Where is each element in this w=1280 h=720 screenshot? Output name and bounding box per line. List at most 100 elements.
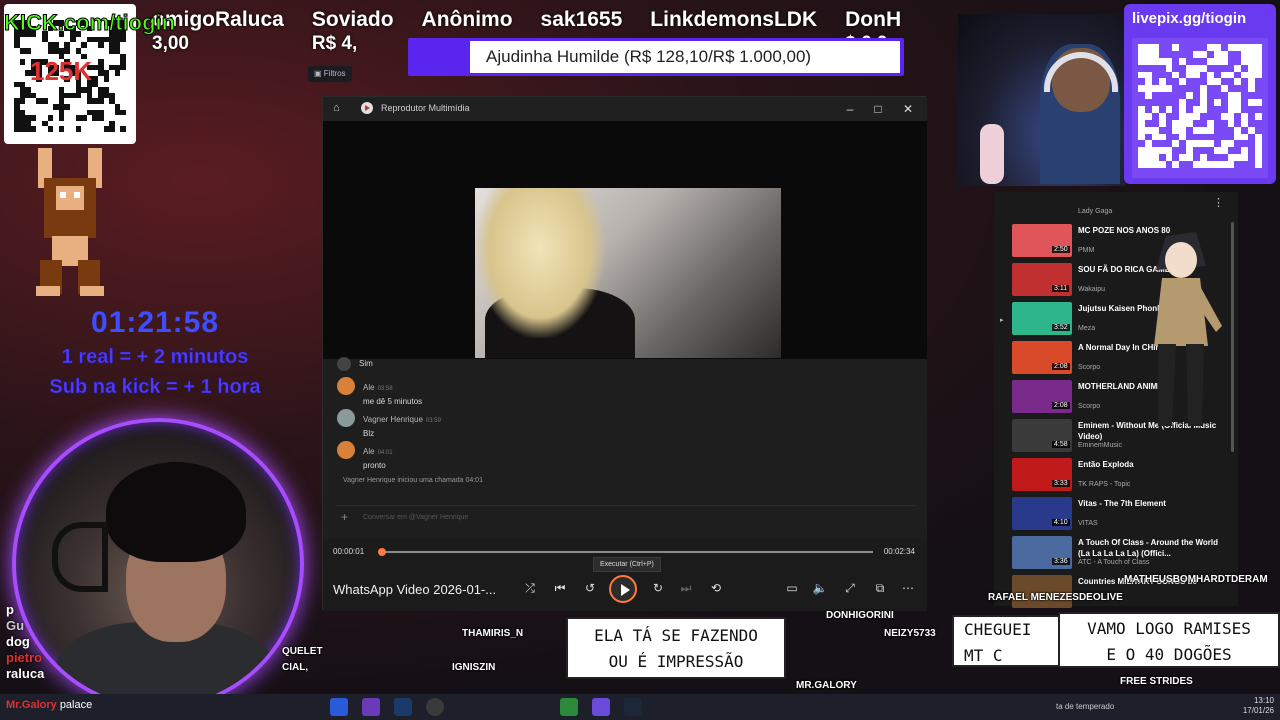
qr-module (1213, 57, 1221, 65)
qr-module (1158, 78, 1166, 86)
qr-module (1179, 119, 1187, 127)
qr-module (1248, 78, 1256, 86)
chat-message-text: me dê 5 minutos (363, 397, 423, 406)
qr-module (1144, 50, 1152, 58)
qr-module (120, 126, 126, 132)
media-player-window: ⌂ Reprodutor Multimídia – □ ✕ Sim Ale 03:… (322, 96, 927, 611)
qr-module (1144, 154, 1152, 162)
qr-module (1200, 85, 1207, 93)
livepix-url: livepix.gg/tiogin (1132, 10, 1247, 27)
rewind-icon[interactable]: ↺ (581, 579, 599, 597)
qr-module (1248, 57, 1256, 65)
qr-module (1234, 99, 1242, 106)
qr-module (1241, 133, 1249, 141)
qr-module (1186, 147, 1194, 155)
playlist-item[interactable]: 3:36 A Touch Of Class - Around the World … (1012, 534, 1232, 571)
timer-rule-sub: Sub na kick = + 1 hora (49, 376, 261, 399)
donor-amount: R$ 4, (311, 33, 358, 54)
qr-module (1248, 44, 1256, 51)
subtitles-icon[interactable]: ▭ (783, 579, 801, 597)
obs-icon[interactable] (426, 698, 444, 716)
steam-icon[interactable] (624, 698, 642, 716)
spotify-icon[interactable] (560, 698, 578, 716)
qr-module (1206, 78, 1214, 86)
chat-input[interactable]: Conversar em @Vagner Henrique (335, 505, 915, 525)
qr-module (1158, 57, 1166, 65)
video-duration: 3:52 (1052, 324, 1070, 331)
qr-module (1206, 126, 1214, 134)
seek-handle[interactable] (377, 548, 386, 556)
qr-module (75, 92, 82, 99)
qr-module (1220, 140, 1228, 148)
qr-module (1255, 140, 1262, 148)
seek-bar[interactable] (377, 548, 873, 556)
qr-module (1220, 85, 1228, 93)
qr-module (1234, 154, 1242, 162)
avatar (337, 377, 355, 395)
play-button[interactable] (609, 575, 637, 603)
chat-username: raluca (6, 666, 45, 681)
video-artist: EminemMusic (1078, 442, 1122, 449)
goal-text: Ajudinha Humilde (R$ 128,10/R$ 1.000,00) (486, 47, 812, 66)
next-icon[interactable]: ⏭ (677, 579, 695, 597)
chat-message-text: Blz (363, 429, 375, 438)
after-effects-icon[interactable] (362, 698, 380, 716)
qr-module (1234, 44, 1242, 51)
qr-module (1193, 126, 1200, 134)
video-area[interactable] (323, 121, 927, 359)
qr-module (1220, 57, 1228, 65)
donkey-kong-sprite (36, 148, 104, 296)
qr-module (1158, 112, 1166, 120)
shuffle-icon[interactable]: ⤮ (521, 579, 539, 597)
filters-button[interactable]: ▣ Filtros (308, 66, 352, 82)
qr-module (42, 98, 48, 104)
qr-module (1158, 147, 1166, 155)
previous-icon[interactable]: ⏮ (551, 579, 569, 597)
subathon-timer: 01:21:58 (90, 306, 220, 339)
qr-module (1151, 154, 1159, 162)
playlist-item[interactable]: 4:10 Vitas - The 7th Element VITAS (1012, 495, 1232, 532)
vscode-icon[interactable] (330, 698, 348, 716)
more-options-icon[interactable]: ⋮ (1213, 196, 1224, 209)
qr-module (1220, 161, 1228, 168)
photoshop-icon[interactable] (394, 698, 412, 716)
forward-icon[interactable]: ↻ (649, 579, 667, 597)
qr-module (1213, 44, 1221, 51)
qr-module (1255, 154, 1262, 162)
video-duration: 2:50 (1052, 246, 1070, 253)
second-webcam (958, 14, 1126, 186)
qr-module (1144, 92, 1152, 100)
qr-module (1241, 154, 1249, 162)
playlist-item[interactable]: 3:33 Então Exploda TK RAPS - Topic (1012, 456, 1232, 493)
qr-module (1200, 140, 1207, 148)
video-artist: PMM (1078, 247, 1095, 254)
qr-module (1200, 161, 1207, 168)
repeat-icon[interactable]: ⟲ (707, 579, 725, 597)
video-duration: 3:33 (1052, 480, 1070, 487)
home-icon[interactable]: ⌂ (333, 102, 345, 114)
qr-module (1255, 64, 1262, 72)
close-button[interactable]: ✕ (895, 100, 921, 118)
qr-module (1241, 44, 1249, 51)
qr-module (98, 42, 104, 48)
qr-module (1138, 133, 1145, 141)
qr-module (1138, 119, 1145, 127)
qr-module (1151, 147, 1159, 155)
discord-icon[interactable] (592, 698, 610, 716)
qr-module (1241, 147, 1249, 155)
volume-icon[interactable]: 🔈 (811, 579, 829, 597)
system-clock[interactable]: 13:10 17/01/26 (1243, 696, 1274, 716)
chat-time: 04:01 (377, 450, 393, 456)
more-options-icon[interactable]: ⋯ (899, 579, 917, 597)
video-duration: 2:08 (1052, 363, 1070, 370)
miniplayer-icon[interactable]: ⧉ (871, 579, 889, 597)
qr-module (1193, 64, 1200, 72)
fullscreen-icon[interactable]: ⤢ (841, 579, 859, 597)
qr-module (109, 126, 115, 132)
maximize-button[interactable]: □ (865, 100, 891, 118)
minimize-button[interactable]: – (837, 100, 863, 118)
qr-module (1227, 106, 1235, 113)
video-duration: 4:10 (1052, 519, 1070, 526)
qr-module (1179, 126, 1187, 134)
taskbar-label-suffix: palace (59, 699, 93, 711)
